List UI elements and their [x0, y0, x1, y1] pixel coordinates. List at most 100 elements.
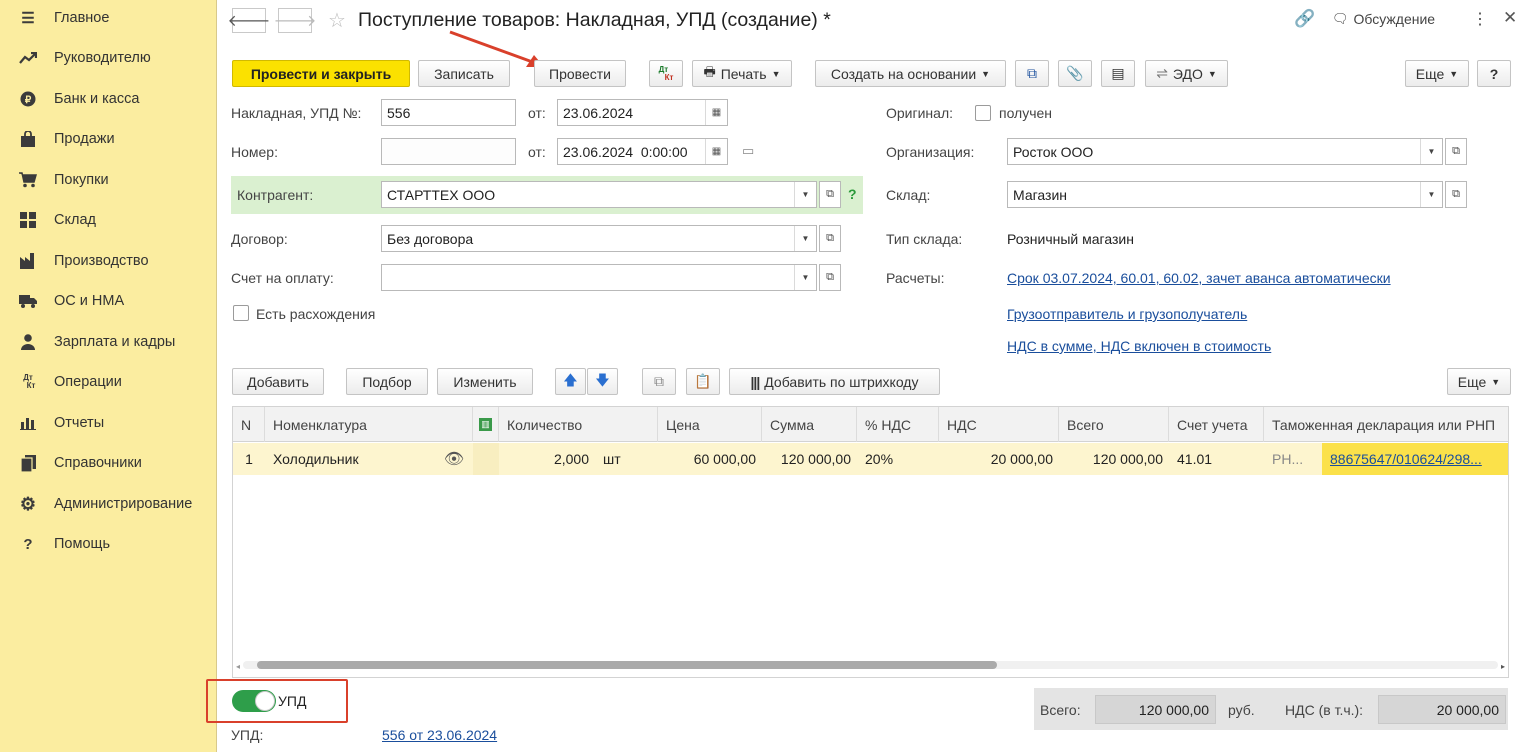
chevron-down-icon[interactable]: ▼ — [794, 182, 816, 207]
sidebar-item-sales[interactable]: Продажи — [0, 124, 217, 154]
cell-rnp[interactable]: РН... — [1264, 443, 1322, 475]
chevron-down-icon[interactable]: ▼ — [794, 226, 816, 251]
pick-button[interactable]: Подбор — [346, 368, 428, 395]
calendar-icon[interactable]: ▦ — [705, 139, 727, 164]
post-button[interactable]: Провести — [534, 60, 626, 87]
organization-input[interactable]: Росток ООО ▼ — [1007, 138, 1443, 165]
comment-icon[interactable]: ▭ — [742, 143, 754, 159]
cell-quantity[interactable]: 2,000 — [499, 443, 595, 475]
cell-account[interactable]: 41.01 — [1169, 443, 1264, 475]
invoice-number-input[interactable]: 556 — [381, 99, 516, 126]
discussion-button[interactable]: 🗨 Обсуждение — [1332, 11, 1435, 27]
eye-icon[interactable]: 👁 — [435, 443, 473, 475]
scroll-right-icon[interactable]: ▸ — [1501, 662, 1505, 671]
column-header-vat[interactable]: НДС — [939, 407, 1059, 442]
sidebar-item-production[interactable]: Производство — [0, 246, 217, 276]
forward-button[interactable]: 🡒 — [274, 8, 316, 33]
link-icon[interactable]: 🔗 — [1294, 9, 1315, 29]
sidebar-item-bank[interactable]: ₽ Банк и касса — [0, 84, 217, 114]
calendar-icon[interactable]: ▦ — [705, 100, 727, 125]
table-row[interactable]: 1 Холодильник 👁 2,000 шт 60 000,00 120 0… — [233, 443, 1508, 475]
chevron-down-icon[interactable]: ▼ — [794, 265, 816, 290]
upd-toggle[interactable] — [232, 690, 276, 712]
scrollbar-thumb[interactable] — [257, 661, 997, 669]
cell-price[interactable]: 60 000,00 — [658, 443, 762, 475]
add-row-button[interactable]: Добавить — [232, 368, 324, 395]
cell-declaration[interactable]: 88675647/010624/298... — [1322, 443, 1508, 475]
column-header-price[interactable]: Цена — [658, 407, 762, 442]
help-icon[interactable]: ? — [848, 186, 857, 202]
cell-unit[interactable]: шт — [595, 443, 658, 475]
help-button[interactable]: ? — [1477, 60, 1511, 87]
sidebar-item-administration[interactable]: ⚙ Администрирование — [0, 489, 217, 519]
sidebar-item-manager[interactable]: Руководителю — [0, 43, 217, 73]
print-button[interactable]: 🖶 Печать ▼ — [692, 60, 792, 87]
add-by-barcode-button[interactable]: ||| Добавить по штрихкоду — [729, 368, 940, 395]
invoice-date-input[interactable]: 23.06.2024 ▦ — [557, 99, 728, 126]
back-button[interactable]: 🡐 — [228, 8, 270, 33]
open-contract-button[interactable]: ⧉ — [819, 225, 841, 252]
sidebar-item-purchases[interactable]: Покупки — [0, 165, 217, 195]
warehouse-input[interactable]: Магазин ▼ — [1007, 181, 1443, 208]
sidebar-item-directories[interactable]: Справочники — [0, 448, 217, 478]
column-header-declaration[interactable]: Таможенная декларация или РНП — [1264, 407, 1508, 442]
sidebar-item-payroll[interactable]: Зарплата и кадры — [0, 327, 217, 357]
number-date-input[interactable]: 23.06.2024 0:00:00 ▦ — [557, 138, 728, 165]
vat-settings-link[interactable]: НДС в сумме, НДС включен в стоимость — [1007, 338, 1271, 354]
column-header-vat-rate[interactable]: % НДС — [857, 407, 939, 442]
edo-button[interactable]: ⇌ ЭДО ▼ — [1145, 60, 1228, 87]
contract-input[interactable]: Без договора ▼ — [381, 225, 817, 252]
sidebar-item-assets[interactable]: ОС и НМА — [0, 286, 217, 316]
close-icon[interactable]: ✕ — [1503, 8, 1517, 28]
sidebar-item-operations[interactable]: Дт Кт Операции — [0, 367, 217, 397]
cell-vat[interactable]: 20 000,00 — [939, 443, 1059, 475]
upd-document-link[interactable]: 556 от 23.06.2024 — [382, 727, 497, 743]
counterparty-input[interactable]: СТАРТТЕХ ООО ▼ — [381, 181, 817, 208]
open-warehouse-button[interactable]: ⧉ — [1445, 181, 1467, 208]
column-header-total[interactable]: Всего — [1059, 407, 1169, 442]
shipper-consignee-link[interactable]: Грузоотправитель и грузополучатель — [1007, 306, 1247, 322]
cell-total[interactable]: 120 000,00 — [1059, 443, 1169, 475]
settlements-link[interactable]: Срок 03.07.2024, 60.01, 60.02, зачет ава… — [1007, 270, 1391, 286]
attach-button[interactable]: 📎 — [1058, 60, 1092, 87]
edit-row-button[interactable]: Изменить — [437, 368, 533, 395]
star-icon[interactable]: ☆ — [328, 8, 346, 33]
post-and-close-button[interactable]: Провести и закрыть — [232, 60, 410, 87]
horizontal-scrollbar[interactable] — [243, 661, 1498, 669]
cell-nomenclature[interactable]: Холодильник — [265, 443, 435, 475]
original-received-checkbox[interactable] — [975, 105, 991, 121]
open-counterparty-button[interactable]: ⧉ — [819, 181, 841, 208]
payment-invoice-input[interactable]: ▼ — [381, 264, 817, 291]
create-based-on-button[interactable]: Создать на основании ▼ — [815, 60, 1006, 87]
table-more-button[interactable]: Еще ▼ — [1447, 368, 1511, 395]
more-button[interactable]: Еще ▼ — [1405, 60, 1469, 87]
column-header-quantity[interactable]: Количество — [499, 407, 658, 442]
cell-sum[interactable]: 120 000,00 — [762, 443, 857, 475]
cell-vat-rate[interactable]: 20% — [857, 443, 939, 475]
column-header-account[interactable]: Счет учета — [1169, 407, 1264, 442]
document-button[interactable]: ▤ — [1101, 60, 1135, 87]
more-vertical-icon[interactable]: ⋮ — [1472, 9, 1488, 29]
dt-kt-button[interactable]: Дт Кт — [649, 60, 683, 87]
sidebar-item-reports[interactable]: Отчеты — [0, 408, 217, 438]
column-header-nomenclature[interactable]: Номенклатура — [265, 407, 473, 442]
open-payment-invoice-button[interactable]: ⧉ — [819, 264, 841, 291]
move-down-button[interactable]: 🡇 — [587, 368, 618, 395]
discrepancy-checkbox[interactable] — [233, 305, 249, 321]
column-header-sum[interactable]: Сумма — [762, 407, 857, 442]
structure-button[interactable]: ⧉ — [1015, 60, 1049, 87]
column-header-n[interactable]: N — [233, 407, 265, 442]
move-up-button[interactable]: 🡅 — [555, 368, 586, 395]
number-input[interactable] — [381, 138, 516, 165]
scroll-left-icon[interactable]: ◂ — [236, 662, 240, 671]
chevron-down-icon[interactable]: ▼ — [1420, 182, 1442, 207]
sidebar-item-main[interactable]: ☰ Главное — [0, 3, 217, 33]
paste-row-button[interactable]: 📋 — [686, 368, 720, 395]
column-header-marking[interactable]: ▥ — [473, 407, 499, 442]
copy-row-button[interactable]: ⧉ — [642, 368, 676, 395]
chevron-down-icon[interactable]: ▼ — [1420, 139, 1442, 164]
save-button[interactable]: Записать — [418, 60, 510, 87]
open-organization-button[interactable]: ⧉ — [1445, 138, 1467, 165]
sidebar-item-warehouse[interactable]: Склад — [0, 205, 217, 235]
sidebar-item-help[interactable]: ? Помощь — [0, 529, 217, 559]
